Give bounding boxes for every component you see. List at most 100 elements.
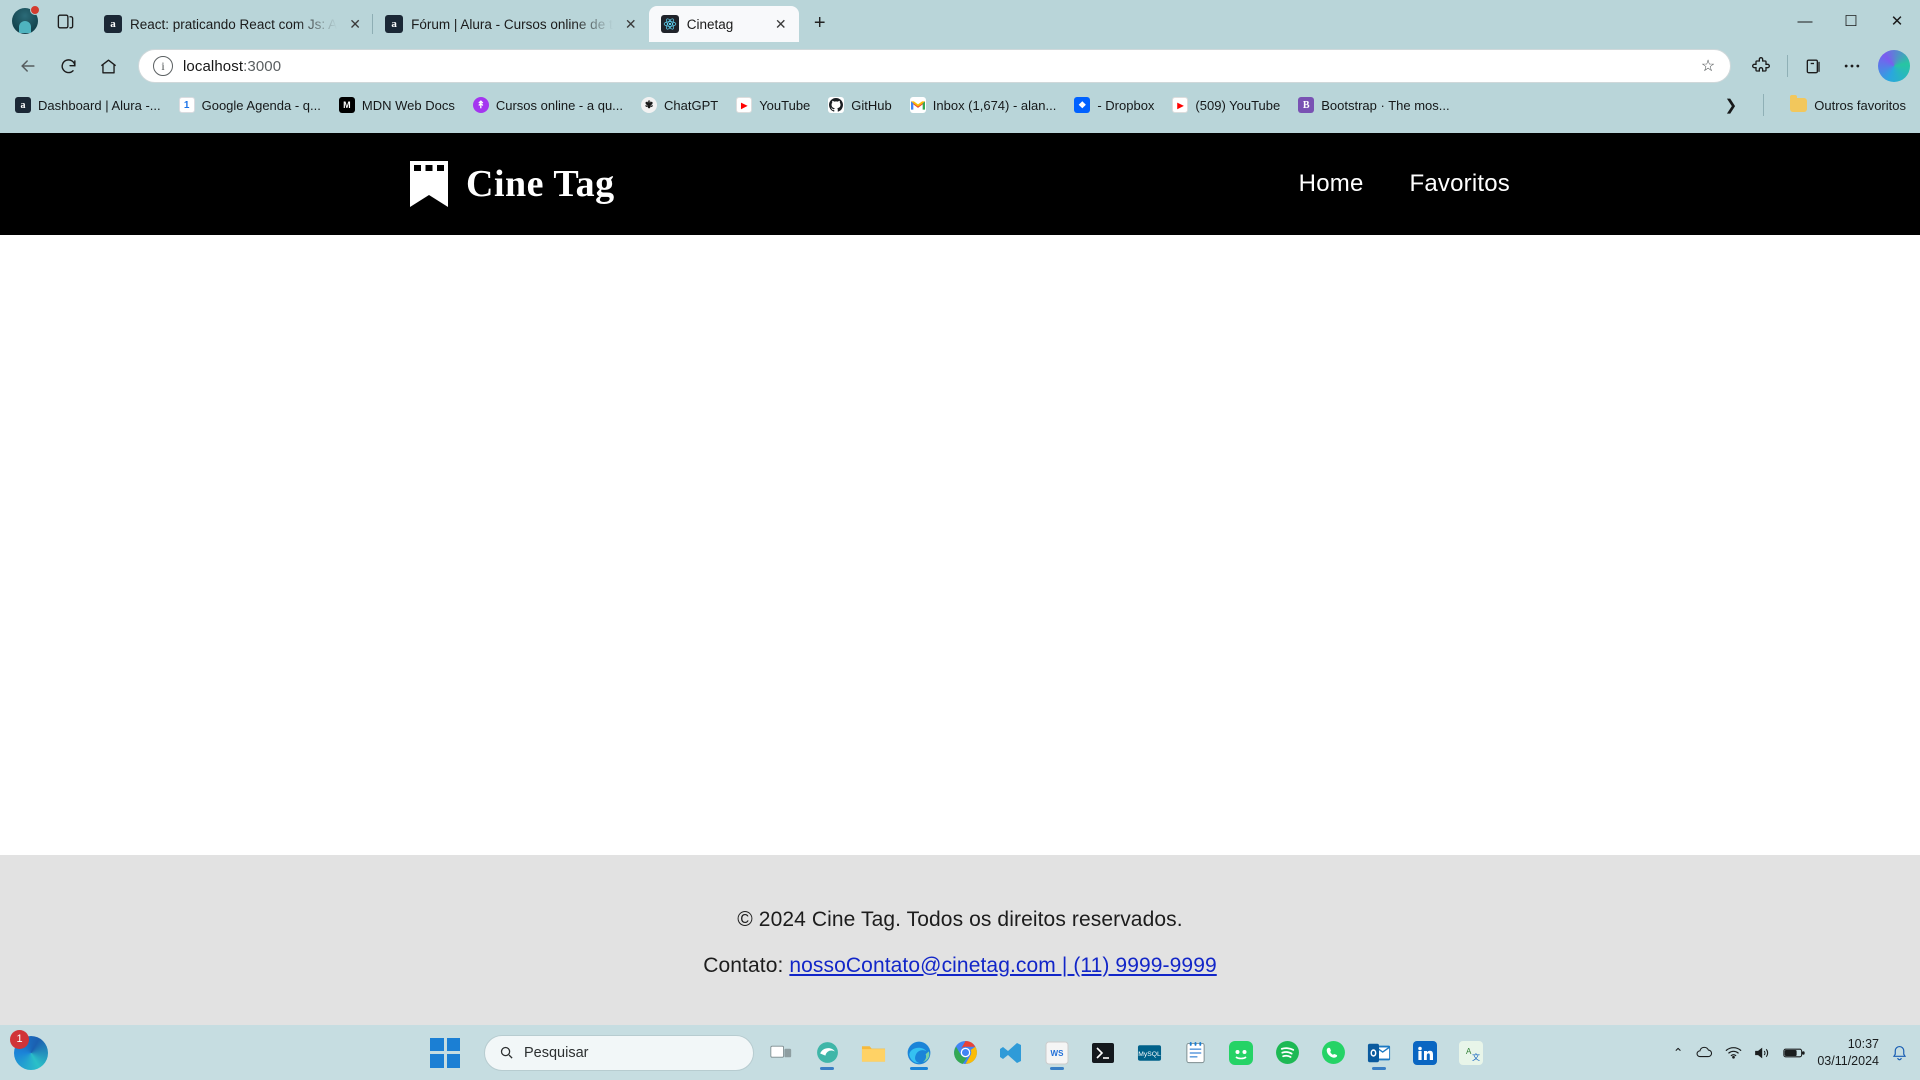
extensions-icon[interactable] [1743, 48, 1779, 84]
bookmark-item[interactable]: a Dashboard | Alura -... [6, 94, 170, 116]
copilot-icon[interactable] [1878, 50, 1910, 82]
bookmark-item[interactable]: Inbox (1,674) - alan... [901, 94, 1066, 116]
browser-toolbar: i localhost:3000 ☆ [0, 42, 1920, 90]
more-options-icon[interactable] [1834, 48, 1870, 84]
battery-icon[interactable] [1783, 1047, 1806, 1059]
linkedin-icon[interactable] [1406, 1034, 1444, 1072]
bookmark-label: YouTube [759, 97, 811, 113]
running-indicator [1372, 1066, 1386, 1070]
search-placeholder: Pesquisar [524, 1044, 589, 1061]
webstorm-icon[interactable]: WS [1038, 1034, 1076, 1072]
close-icon[interactable]: ✕ [345, 14, 365, 34]
browser-tab[interactable]: a Fórum | Alura - Cursos online de t ✕ [372, 6, 649, 42]
other-favorites-label: Outros favoritos [1814, 97, 1906, 113]
bookmark-item[interactable]: ↟ Cursos online - a qu... [464, 94, 632, 116]
edge-icon[interactable]: 1 [10, 1029, 48, 1070]
alura-icon: a [385, 15, 404, 33]
tab-title: Fórum | Alura - Cursos online de t [411, 16, 613, 32]
site-logo[interactable]: Cine Tag [410, 161, 615, 207]
file-explorer-icon[interactable] [854, 1034, 892, 1072]
close-icon[interactable]: ✕ [621, 14, 641, 34]
info-icon[interactable]: i [153, 56, 173, 76]
notepad-icon[interactable] [1176, 1034, 1214, 1072]
cloud-icon[interactable] [1695, 1046, 1713, 1059]
bookmark-label: Cursos online - a qu... [495, 97, 624, 113]
bookmark-item[interactable]: 1 Google Agenda - q... [170, 94, 330, 116]
windows-start-icon[interactable] [430, 1037, 460, 1068]
bookmark-item[interactable]: ✾ ChatGPT [632, 94, 727, 116]
nav-link-favoritos[interactable]: Favoritos [1410, 170, 1511, 198]
close-window-button[interactable]: ✕ [1874, 0, 1920, 42]
speaker-icon[interactable] [1754, 1046, 1771, 1060]
reload-icon[interactable] [50, 48, 86, 84]
page-viewport: Cine Tag Home Favoritos © 2024 Cine Tag.… [0, 133, 1920, 1030]
bookmark-item[interactable]: M MDN Web Docs [330, 94, 464, 116]
vs-code-icon[interactable] [992, 1034, 1030, 1072]
browser-tab[interactable]: a React: praticando React com Js: A ✕ [92, 6, 373, 42]
minimize-button[interactable]: — [1782, 0, 1828, 42]
browser-window: a React: praticando React com Js: A ✕ a … [0, 0, 1920, 1080]
home-icon[interactable] [90, 48, 126, 84]
url-text: localhost:3000 [183, 57, 282, 75]
browser-tab-active[interactable]: Cinetag ✕ [648, 6, 799, 42]
chevron-right-icon[interactable]: ❯ [1717, 94, 1746, 116]
back-arrow-icon[interactable] [10, 48, 46, 84]
film-bookmark-icon [410, 161, 448, 207]
bookmarks-bar: a Dashboard | Alura -... 1 Google Agenda… [0, 90, 1920, 120]
nav-link-home[interactable]: Home [1299, 170, 1364, 198]
bookmark-label: Bootstrap · The mos... [1321, 97, 1450, 113]
microsoft-edge-icon[interactable] [900, 1034, 938, 1072]
whatsapp-green-icon[interactable] [1222, 1034, 1260, 1072]
running-indicator [1050, 1066, 1064, 1070]
powershell-icon[interactable] [1084, 1034, 1122, 1072]
footer-contact-link[interactable]: nossoContato@cinetag.com | (11) 9999-999… [789, 954, 1216, 977]
close-icon[interactable]: ✕ [771, 14, 791, 34]
google-chrome-icon[interactable] [946, 1034, 984, 1072]
profile-button[interactable] [8, 4, 42, 38]
whatsapp-icon[interactable] [1314, 1034, 1352, 1072]
youtube-favicon-icon: ▶ [736, 97, 753, 113]
google-calendar-favicon-icon: 1 [178, 97, 195, 113]
mysql-workbench-icon[interactable]: MySQL [1130, 1034, 1168, 1072]
tab-search-icon[interactable] [48, 4, 82, 38]
maximize-button[interactable]: ☐ [1828, 0, 1874, 42]
translator-icon[interactable]: A 文 [1452, 1034, 1490, 1072]
chevron-up-icon[interactable]: ⌃ [1673, 1045, 1683, 1060]
taskbar-clock[interactable]: 10:37 03/11/2024 [1817, 1036, 1879, 1070]
collections-icon[interactable] [1796, 48, 1832, 84]
search-icon [500, 1046, 513, 1059]
gmail-favicon-icon [909, 97, 926, 113]
bookmark-item[interactable]: ❖ - Dropbox [1065, 94, 1163, 116]
task-view-icon[interactable] [762, 1034, 800, 1072]
bookmark-item[interactable]: B Bootstrap · The mos... [1289, 94, 1458, 116]
divider [1763, 94, 1765, 116]
bookmark-label: GitHub [851, 97, 892, 113]
bookmark-label: Dashboard | Alura -... [38, 97, 161, 113]
toolbar-right-group [1743, 48, 1910, 84]
bookmark-label: (509) YouTube [1195, 97, 1281, 113]
wifi-icon[interactable] [1725, 1046, 1742, 1059]
bookmark-label: Inbox (1,674) - alan... [932, 97, 1057, 113]
bookmark-item[interactable]: GitHub [819, 94, 900, 116]
running-indicator [820, 1066, 834, 1070]
bootstrap-favicon-icon: B [1298, 97, 1315, 113]
taskbar-center: Pesquisar WS MySQL A 文 [430, 1034, 1490, 1072]
outlook-icon[interactable] [1360, 1034, 1398, 1072]
spotify-icon[interactable] [1268, 1034, 1306, 1072]
react-icon [660, 15, 679, 33]
tab-title: React: praticando React com Js: A [130, 16, 338, 32]
bookmark-item[interactable]: ▶ (509) YouTube [1163, 94, 1289, 116]
address-bar[interactable]: i localhost:3000 ☆ [138, 49, 1731, 83]
notification-badge: 1 [10, 1029, 29, 1049]
clock-date: 03/11/2024 [1817, 1053, 1879, 1068]
edge-dev-icon[interactable] [808, 1034, 846, 1072]
clock-time: 10:37 [1847, 1036, 1879, 1051]
star-icon[interactable]: ☆ [1696, 56, 1720, 76]
site-footer: © 2024 Cine Tag. Todos os direitos reser… [0, 855, 1920, 1030]
new-tab-button[interactable]: + [805, 8, 835, 38]
bell-icon[interactable] [1891, 1044, 1908, 1061]
bookmark-item[interactable]: ▶ YouTube [727, 94, 819, 116]
other-favorites-folder[interactable]: Outros favoritos [1782, 95, 1914, 116]
mdn-favicon-icon: M [338, 97, 355, 113]
search-input[interactable]: Pesquisar [484, 1034, 754, 1071]
